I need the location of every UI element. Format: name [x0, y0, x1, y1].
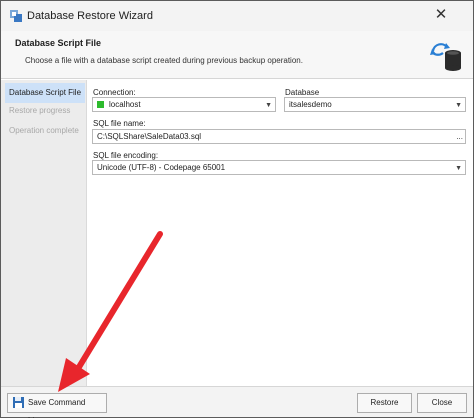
encoding-value: Unicode (UTF-8) - Codepage 65001	[97, 163, 226, 172]
sql-file-label: SQL file name:	[93, 119, 146, 128]
step-database-script-file[interactable]: Database Script File	[5, 83, 85, 103]
connection-value: localhost	[109, 100, 141, 109]
encoding-label: SQL file encoding:	[93, 151, 159, 160]
sql-file-input[interactable]: C:\SQLShare\SaleData03.sql ...	[92, 129, 466, 144]
step-operation-complete: Operation complete	[9, 126, 79, 135]
page-title: Database Script File	[15, 38, 102, 48]
database-value: itsalesdemo	[289, 100, 332, 109]
chevron-down-icon: ▼	[265, 102, 272, 109]
window-close-icon[interactable]: ✕	[431, 5, 451, 25]
connection-status-icon	[97, 101, 104, 108]
save-command-line-label: Save Command Line...	[28, 398, 86, 418]
save-command-line-button[interactable]: Save Command Line...	[7, 393, 107, 418]
chevron-down-icon: ▼	[455, 102, 462, 109]
wizard-steps: Database Script File Restore progress Op…	[1, 80, 87, 386]
connection-dropdown[interactable]: localhost ▼	[92, 97, 276, 112]
floppy-disk-icon	[13, 397, 24, 408]
encoding-dropdown[interactable]: Unicode (UTF-8) - Codepage 65001 ▼	[92, 160, 466, 175]
close-button[interactable]: Close	[417, 393, 467, 413]
restore-wizard-window: Database Restore Wizard ✕ Database Scrip…	[0, 0, 474, 418]
database-label: Database	[285, 88, 320, 97]
chevron-down-icon: ▼	[455, 165, 462, 172]
sql-file-value: C:\SQLShare\SaleData03.sql	[97, 132, 202, 141]
footer-bar: Save Command Line... Restore Close	[1, 386, 473, 418]
window-title: Database Restore Wizard	[27, 10, 153, 22]
restore-button[interactable]: Restore	[357, 393, 412, 413]
title-bar: Database Restore Wizard ✕	[1, 1, 473, 31]
browse-button[interactable]: ...	[456, 130, 463, 143]
page-description: Choose a file with a database script cre…	[25, 56, 303, 65]
wizard-header: Database Script File Choose a file with …	[1, 31, 473, 79]
app-icon	[10, 10, 22, 22]
connection-label: Connection:	[93, 88, 136, 97]
database-dropdown[interactable]: itsalesdemo ▼	[284, 97, 466, 112]
step-restore-progress: Restore progress	[9, 106, 71, 115]
database-restore-icon	[430, 43, 461, 71]
